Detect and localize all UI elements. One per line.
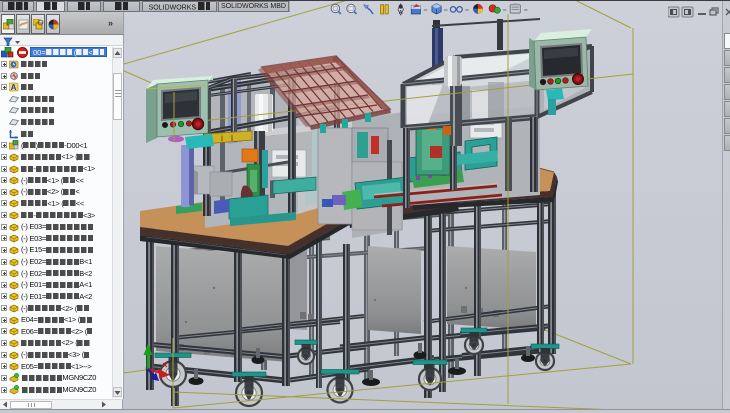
svg-text:A: A — [11, 83, 17, 92]
svg-text:A: A — [399, 10, 403, 16]
